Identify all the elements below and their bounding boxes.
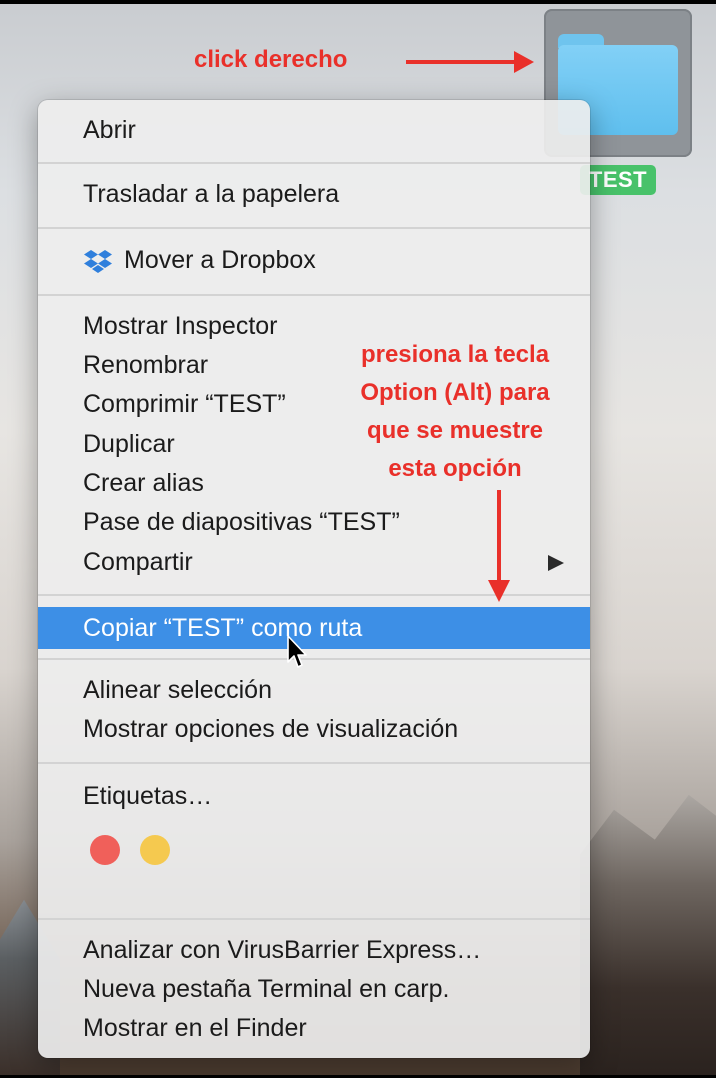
menu-separator — [38, 658, 590, 660]
menu-separator — [38, 918, 590, 920]
menu-item-abrir[interactable]: Abrir — [38, 111, 590, 150]
menu-item-label: Compartir — [83, 548, 193, 576]
menu-item-opciones-visualizacion[interactable]: Mostrar opciones de visualización — [38, 710, 590, 749]
menu-separator — [38, 227, 590, 229]
menu-item-copiar-como-ruta[interactable]: Copiar “TEST” como ruta — [38, 607, 590, 649]
tag-red-dot[interactable] — [90, 835, 120, 865]
context-menu: Abrir Trasladar a la papelera Mover a Dr… — [38, 100, 590, 1058]
annotation-click-derecho: click derecho — [194, 46, 348, 73]
menu-item-terminal[interactable]: Nueva pestaña Terminal en carp. — [38, 970, 590, 1009]
annotation-line: que se muestre — [366, 417, 544, 444]
menu-separator — [38, 162, 590, 164]
annotation-line: Option (Alt) para — [360, 379, 550, 406]
folder-name-label[interactable]: TEST — [580, 165, 656, 195]
menu-item-compartir[interactable]: Compartir — [38, 543, 590, 582]
dropbox-icon — [84, 250, 112, 273]
annotation-arrow-right — [406, 51, 534, 73]
menu-item-pase-diapositivas[interactable]: Pase de diapositivas “TEST” — [38, 503, 590, 542]
menu-item-alinear-seleccion[interactable]: Alinear selección — [38, 671, 590, 710]
annotation-line: presiona la tecla — [360, 341, 550, 368]
menu-item-virusbarrier[interactable]: Analizar con VirusBarrier Express… — [38, 931, 590, 970]
top-black-bar — [0, 0, 716, 4]
annotation-option-key: presiona la tecla Option (Alt) para que … — [330, 336, 580, 488]
annotation-arrow-down — [488, 490, 510, 602]
menu-item-mover-dropbox[interactable]: Mover a Dropbox — [38, 241, 590, 280]
menu-item-trasladar-papelera[interactable]: Trasladar a la papelera — [38, 175, 590, 214]
desktop-mountain-right — [580, 794, 716, 1078]
menu-item-label: Mover a Dropbox — [124, 246, 316, 274]
mouse-cursor-icon — [287, 635, 307, 668]
menu-item-etiquetas[interactable]: Etiquetas… — [38, 777, 590, 816]
tag-yellow-dot[interactable] — [140, 835, 170, 865]
submenu-arrow-icon — [548, 555, 564, 571]
menu-separator — [38, 762, 590, 764]
menu-separator — [38, 294, 590, 296]
annotation-line: esta opción — [388, 455, 522, 482]
menu-item-mostrar-finder[interactable]: Mostrar en el Finder — [38, 1009, 590, 1048]
